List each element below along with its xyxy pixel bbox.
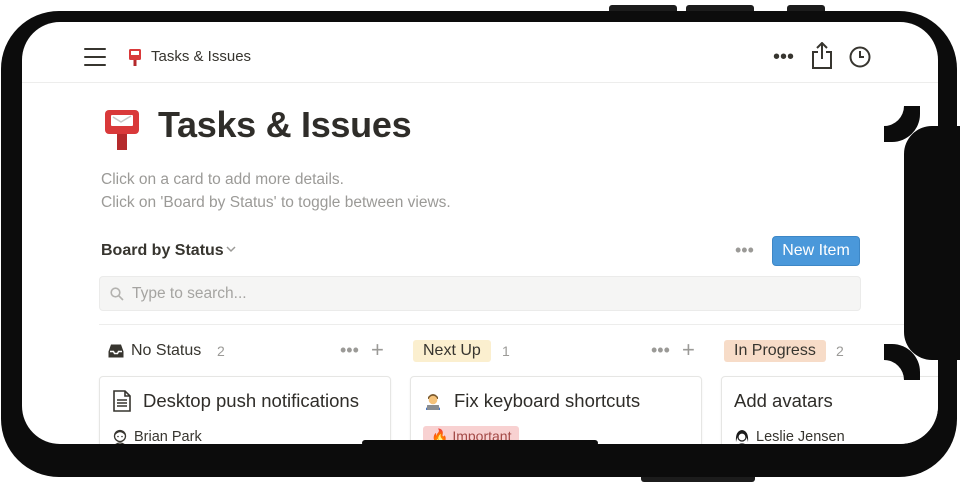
column-title[interactable]: In Progress (724, 340, 826, 362)
top-bar: Tasks & Issues ••• (22, 22, 938, 83)
search-box (99, 276, 861, 311)
clock-icon[interactable] (849, 46, 871, 68)
new-item-button[interactable]: New Item (772, 236, 860, 266)
document-icon (113, 390, 131, 412)
column-count: 2 (217, 343, 225, 359)
search-input[interactable] (132, 277, 832, 310)
divider (99, 324, 938, 325)
card-title: Add avatars (734, 390, 833, 411)
column-more-icon[interactable]: ••• (651, 341, 670, 359)
breadcrumb[interactable]: Tasks & Issues (151, 48, 251, 66)
share-icon[interactable] (810, 42, 834, 70)
column-more-icon[interactable]: ••• (340, 341, 359, 359)
board-card[interactable]: Desktop push notifications Brian Park (99, 376, 391, 444)
column-title[interactable]: No Status (131, 341, 201, 361)
technologist-icon (426, 394, 440, 410)
add-card-icon[interactable]: + (682, 339, 695, 361)
page-title: Tasks & Issues (158, 104, 412, 145)
column-count: 2 (836, 343, 844, 359)
hamburger-icon[interactable] (84, 48, 106, 66)
assignee-name: Leslie Jensen (756, 429, 845, 444)
page-description-line-1: Click on a card to add more details. (101, 171, 344, 188)
postbox-icon (105, 110, 139, 150)
inbox-icon (108, 344, 124, 358)
column-header-next-up: Next Up 1 ••• + (413, 339, 703, 362)
page-description-line-2: Click on 'Board by Status' to toggle bet… (101, 194, 451, 211)
column-header-no-status: No Status 2 ••• + (107, 339, 397, 362)
postbox-icon (129, 49, 141, 66)
card-title: Desktop push notifications (143, 390, 359, 411)
avatar-icon (735, 430, 749, 444)
view-switcher[interactable]: Board by Status (101, 240, 224, 262)
phone-notch (904, 126, 960, 360)
board-card[interactable]: Fix keyboard shortcuts 🔥 Important (410, 376, 702, 444)
more-horizontal-icon[interactable]: ••• (773, 47, 794, 67)
board-card[interactable]: Add avatars Leslie Jensen (721, 376, 938, 444)
avatar-icon (113, 429, 127, 444)
search-icon (110, 287, 124, 301)
view-more-icon[interactable]: ••• (735, 240, 754, 260)
home-indicator[interactable] (362, 440, 598, 446)
add-card-icon[interactable]: + (371, 339, 384, 361)
card-title: Fix keyboard shortcuts (454, 390, 641, 411)
chevron-down-icon[interactable] (226, 245, 236, 253)
column-title[interactable]: Next Up (413, 340, 491, 362)
column-count: 1 (502, 343, 510, 359)
app-screen: Tasks & Issues ••• Tasks & Issues Click … (22, 22, 938, 444)
assignee-name: Brian Park (134, 429, 202, 444)
